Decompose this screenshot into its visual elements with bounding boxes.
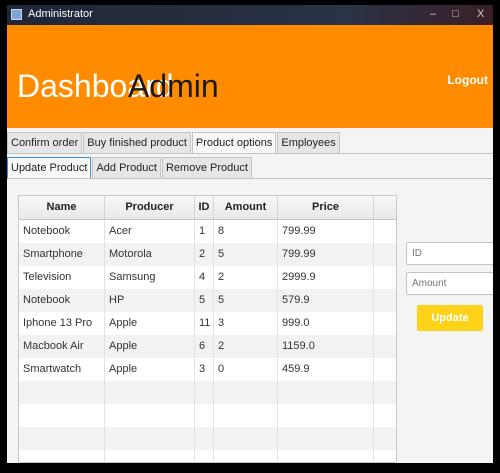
id-input[interactable]: [406, 242, 493, 265]
cell-producer: Motorola: [105, 243, 195, 266]
minimize-icon[interactable]: –: [430, 8, 436, 20]
sub-tab-bar: Update Product Add Product Remove Produc…: [7, 157, 253, 179]
column-header-id[interactable]: ID: [195, 196, 214, 219]
cell-amount: 3: [214, 312, 278, 335]
empty-cell: [195, 427, 214, 450]
column-header-price[interactable]: Price: [278, 196, 374, 219]
table-row[interactable]: Notebook HP 5 5 579.9: [19, 289, 396, 312]
cell-name: Iphone 13 Pro: [19, 312, 105, 335]
update-button[interactable]: Update: [417, 305, 483, 331]
empty-cell: [278, 404, 374, 427]
table-header: Name Producer ID Amount Price: [19, 196, 396, 220]
main-tab-divider: [7, 153, 493, 154]
empty-cell: [105, 450, 195, 462]
column-header-amount[interactable]: Amount: [214, 196, 278, 219]
empty-table-row: [19, 427, 396, 450]
column-header-name[interactable]: Name: [19, 196, 105, 219]
empty-cell: [105, 404, 195, 427]
cell-name: Smartwatch: [19, 358, 105, 381]
dashboard-header: Dashboard Admin Logout: [7, 25, 493, 128]
tab-confirm-order[interactable]: Confirm order: [7, 132, 83, 153]
title-bar: Administrator – □ X: [7, 5, 493, 25]
products-table[interactable]: Name Producer ID Amount Price Notebook Ac…: [18, 195, 397, 463]
cell-name: Television: [19, 266, 105, 289]
cell-id: 6: [195, 335, 214, 358]
table-row[interactable]: Smartphone Motorola 2 5 799.99: [19, 243, 396, 266]
table-body: Notebook Acer 1 8 799.99 Smartphone Motorola 2 5…: [19, 220, 396, 462]
window-title: Administrator: [28, 8, 93, 20]
empty-cell: [19, 450, 105, 462]
empty-cell: [214, 450, 278, 462]
cell-producer: HP: [105, 289, 195, 312]
cell-id: 2: [195, 243, 214, 266]
admin-window: Administrator – □ X Dashboard Admin Logo…: [7, 5, 493, 463]
tab-buy-finished-product[interactable]: Buy finished product: [83, 132, 191, 153]
cell-id: 1: [195, 220, 214, 243]
empty-cell: [195, 404, 214, 427]
amount-input[interactable]: [406, 272, 493, 295]
cell-price: 2999.9: [278, 266, 374, 289]
empty-cell: [214, 427, 278, 450]
empty-table-row: [19, 450, 396, 462]
cell-name: Smartphone: [19, 243, 105, 266]
empty-cell: [214, 404, 278, 427]
tab-product-options[interactable]: Product options: [191, 132, 277, 153]
table-row[interactable]: Macbook Air Apple 6 2 1159.0: [19, 335, 396, 358]
cell-amount: 8: [214, 220, 278, 243]
cell-amount: 2: [214, 335, 278, 358]
empty-cell: [278, 427, 374, 450]
empty-table-row: [19, 381, 396, 404]
cell-price: 999.0: [278, 312, 374, 335]
cell-name: Notebook: [19, 220, 105, 243]
tab-employees[interactable]: Employees: [277, 132, 340, 153]
tab-update-product[interactable]: Update Product: [7, 157, 92, 178]
cell-id: 11: [195, 312, 214, 335]
empty-cell: [214, 381, 278, 404]
empty-cell: [19, 427, 105, 450]
cell-producer: Apple: [105, 335, 195, 358]
cell-producer: Samsung: [105, 266, 195, 289]
empty-cell: [19, 404, 105, 427]
empty-cell: [105, 381, 195, 404]
empty-table-row: [19, 404, 396, 427]
tab-remove-product[interactable]: Remove Product: [161, 157, 252, 178]
cell-price: 799.99: [278, 220, 374, 243]
cell-price: 459.9: [278, 358, 374, 381]
close-icon[interactable]: X: [477, 8, 484, 20]
cell-id: 5: [195, 289, 214, 312]
cell-amount: 5: [214, 243, 278, 266]
cell-id: 4: [195, 266, 214, 289]
app-icon: [11, 9, 22, 20]
cell-id: 3: [195, 358, 214, 381]
sub-tab-divider: [7, 178, 493, 179]
cell-price: 579.9: [278, 289, 374, 312]
main-tab-bar: Confirm order Buy finished product Produ…: [7, 132, 341, 154]
table-row[interactable]: Notebook Acer 1 8 799.99: [19, 220, 396, 243]
empty-cell: [278, 450, 374, 462]
cell-producer: Acer: [105, 220, 195, 243]
table-row[interactable]: Iphone 13 Pro Apple 11 3 999.0: [19, 312, 396, 335]
cell-amount: 0: [214, 358, 278, 381]
maximize-icon[interactable]: □: [452, 8, 459, 20]
empty-cell: [105, 427, 195, 450]
cell-producer: Apple: [105, 358, 195, 381]
cell-name: Macbook Air: [19, 335, 105, 358]
cell-producer: Apple: [105, 312, 195, 335]
tab-add-product[interactable]: Add Product: [92, 157, 161, 178]
table-row[interactable]: Smartwatch Apple 3 0 459.9: [19, 358, 396, 381]
empty-cell: [195, 381, 214, 404]
cell-amount: 2: [214, 266, 278, 289]
admin-title: Admin: [128, 68, 219, 104]
cell-price: 799.99: [278, 243, 374, 266]
cell-name: Notebook: [19, 289, 105, 312]
table-row[interactable]: Television Samsung 4 2 2999.9: [19, 266, 396, 289]
cell-price: 1159.0: [278, 335, 374, 358]
logout-button[interactable]: Logout: [447, 73, 488, 87]
empty-cell: [195, 450, 214, 462]
empty-cell: [278, 381, 374, 404]
column-header-producer[interactable]: Producer: [105, 196, 195, 219]
empty-cell: [19, 381, 105, 404]
cell-amount: 5: [214, 289, 278, 312]
